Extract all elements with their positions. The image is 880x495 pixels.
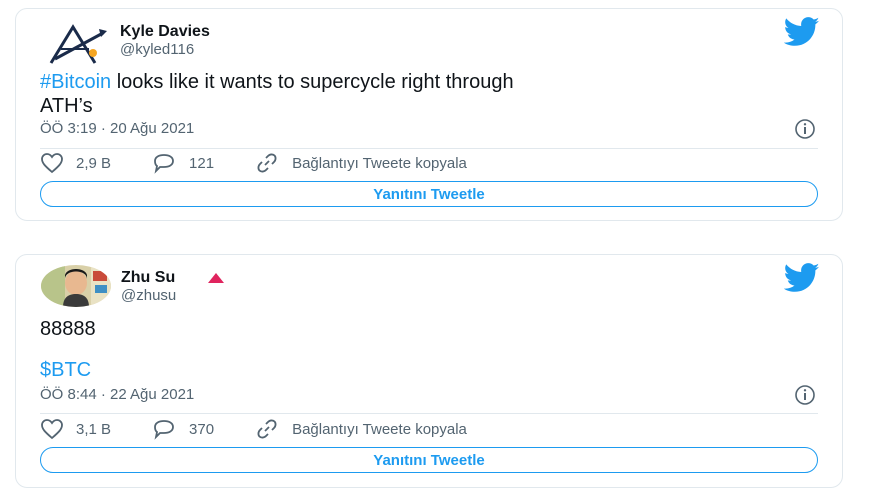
twitter-bird-icon[interactable] (783, 17, 820, 47)
tweet-actions: 3,1 B 370 Bağlantıyı Tweete kopyala (40, 417, 818, 441)
red-triangle-icon (208, 273, 224, 283)
reply-button[interactable]: 121 (151, 152, 214, 174)
heart-icon (41, 153, 63, 174)
speech-bubble-icon (154, 420, 174, 440)
link-icon (257, 419, 277, 439)
tweet-text-line2: ATH’s (40, 95, 93, 117)
tweet-text: 88888 (40, 318, 96, 340)
cashtag-label[interactable]: $BTC (40, 359, 91, 381)
tweet-text-rest: looks like it wants to supercycle right … (111, 71, 514, 93)
copy-link-button[interactable]: Bağlantıyı Tweete kopyala (254, 152, 467, 174)
link-icon (257, 153, 277, 173)
reply-tweet-button[interactable]: Yanıtını Tweetle (40, 447, 818, 473)
copy-link-label: Bağlantıyı Tweete kopyala (292, 154, 467, 172)
heart-icon (41, 419, 63, 440)
tweet-timestamp[interactable]: ÖÖ 3:19 · 20 Ağu 2021 (40, 120, 194, 137)
author-name[interactable]: Zhu Su (121, 269, 175, 287)
tweet-text: #Bitcoin looks like it wants to supercyc… (40, 70, 802, 118)
info-icon[interactable] (794, 384, 816, 406)
reply-count: 121 (189, 154, 215, 172)
twitter-bird-icon[interactable] (783, 263, 820, 293)
copy-link-button[interactable]: Bağlantıyı Tweete kopyala (254, 418, 467, 440)
tweet-card: Zhu Su @zhusu 88888 $BTC ÖÖ 8:44 · 22 Ağ… (15, 254, 843, 488)
like-count: 3,1 B (76, 420, 112, 438)
info-icon[interactable] (794, 118, 816, 140)
speech-bubble-icon (154, 154, 174, 174)
hashtag-link[interactable]: #Bitcoin (40, 71, 111, 93)
divider (40, 148, 818, 149)
author-name[interactable]: Kyle Davies (120, 23, 210, 41)
like-button[interactable]: 3,1 B (40, 418, 111, 440)
tweet-actions: 2,9 B 121 Bağlantıyı Tweete kopyala (40, 151, 818, 175)
reply-tweet-button[interactable]: Yanıtını Tweetle (40, 181, 818, 207)
divider (40, 413, 818, 414)
cashtag-link[interactable]: $BTC (40, 358, 802, 382)
reply-count: 370 (189, 420, 215, 438)
author-handle[interactable]: @kyled116 (120, 41, 194, 58)
tweet-card: Kyle Davies @kyled116 #Bitcoin looks lik… (15, 8, 843, 221)
avatar[interactable] (41, 265, 111, 307)
like-button[interactable]: 2,9 B (40, 152, 111, 174)
reply-button[interactable]: 370 (151, 418, 214, 440)
tweet-timestamp[interactable]: ÖÖ 8:44 · 22 Ağu 2021 (40, 386, 194, 403)
author-handle[interactable]: @zhusu (121, 287, 176, 304)
copy-link-label: Bağlantıyı Tweete kopyala (292, 420, 467, 438)
like-count: 2,9 B (76, 154, 112, 172)
avatar-logo-icon[interactable] (43, 19, 113, 69)
